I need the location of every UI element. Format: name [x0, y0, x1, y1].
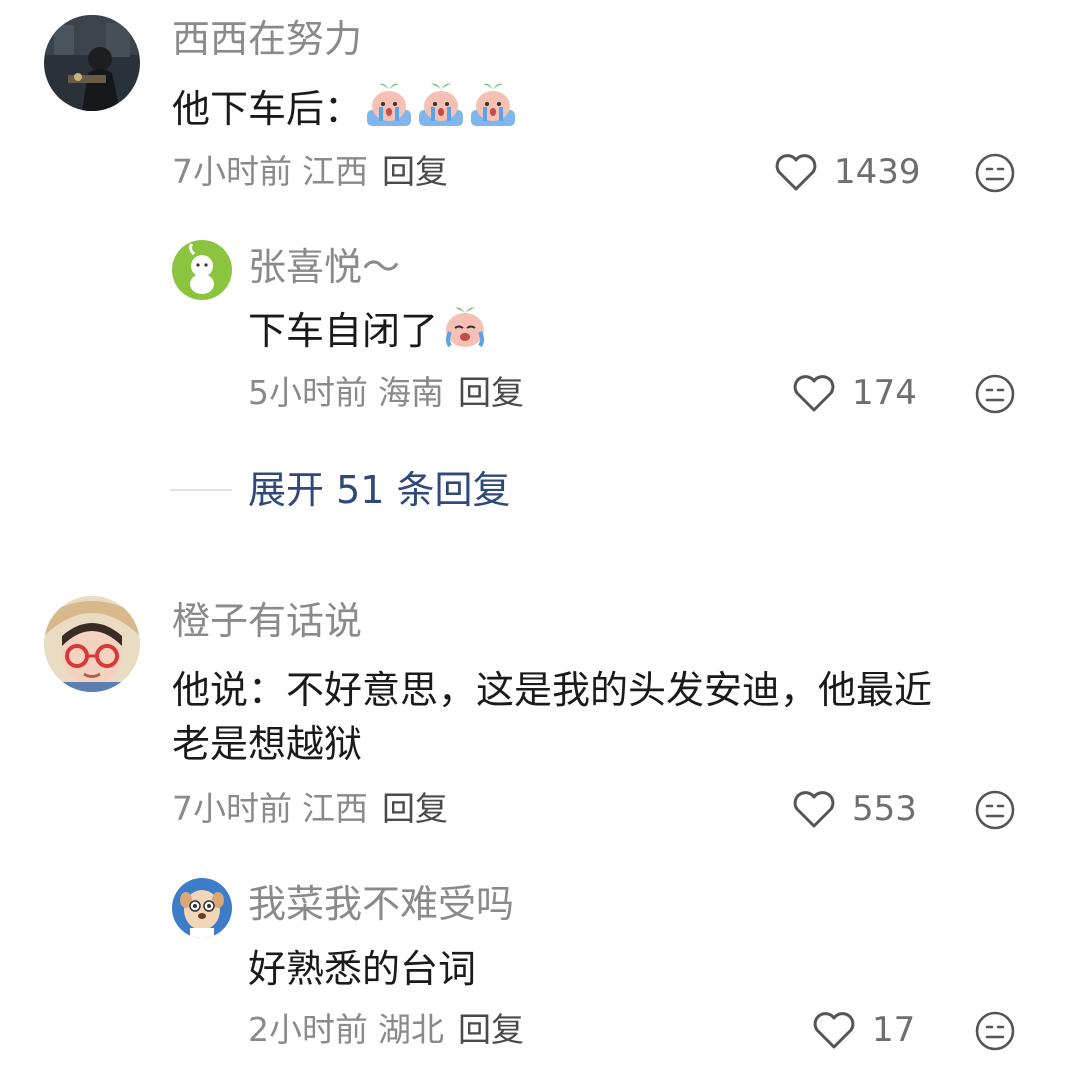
dislike-button[interactable]: [974, 152, 1016, 194]
reply-time: 2小时前: [248, 1010, 368, 1049]
comment-time: 7小时前: [172, 789, 292, 828]
neutral-face-icon: [974, 152, 1016, 194]
neutral-face-icon: [974, 1010, 1016, 1052]
like-button[interactable]: 174: [792, 371, 917, 415]
reply-time: 5小时前: [248, 373, 368, 412]
like-count: 553: [852, 789, 917, 829]
heart-outline-icon: [792, 373, 836, 413]
expand-replies-label: 展开 51 条回复: [248, 468, 511, 512]
reply-text: 好熟悉的台词: [248, 947, 477, 991]
reply-text: 下车自闭了: [248, 302, 490, 359]
neutral-face-icon: [974, 789, 1016, 831]
neutral-face-icon: [974, 373, 1016, 415]
dislike-button[interactable]: [974, 1010, 1016, 1052]
comment-text: 他下车后：: [172, 80, 518, 137]
like-count: 17: [872, 1010, 916, 1050]
avatar[interactable]: [172, 240, 232, 300]
reply-meta: 2小时前 湖北 回复: [248, 1008, 524, 1052]
comment-time: 7小时前: [172, 152, 292, 191]
reply-button[interactable]: 回复: [382, 152, 448, 191]
comment-username[interactable]: 橙子有话说: [172, 597, 362, 645]
reply-text-body: 下车自闭了: [248, 309, 439, 353]
reply-button[interactable]: 回复: [458, 1010, 524, 1049]
avatar[interactable]: [44, 15, 140, 111]
comment-text-line-2: 老是想越狱: [172, 722, 363, 766]
dislike-button[interactable]: [974, 789, 1016, 831]
heart-outline-icon: [774, 152, 818, 192]
expand-divider: [170, 489, 232, 491]
reply-username[interactable]: 张喜悦～: [248, 243, 400, 291]
crying-peach-emoji-icon: [416, 80, 466, 130]
crying-peach-emoji-icon: [468, 80, 518, 130]
comment-text-line-1: 他说：不好意思，这是我的头发安迪，他最近: [172, 668, 933, 712]
reply-username[interactable]: 我菜我不难受吗: [248, 880, 514, 928]
comment-location: 江西: [302, 152, 368, 191]
comment-section: 西西在努力 他下车后： 7小时前 江西 回复 1439 张喜悦～ 下车自闭了 5小时…: [0, 0, 1080, 1074]
like-button[interactable]: 553: [792, 787, 917, 831]
comment-username[interactable]: 西西在努力: [172, 15, 362, 63]
like-button[interactable]: 17: [812, 1008, 915, 1052]
reply-button[interactable]: 回复: [458, 373, 524, 412]
crying-peach-emoji-icon: [364, 80, 414, 130]
reply-location: 海南: [378, 373, 444, 412]
like-count: 1439: [834, 152, 921, 192]
comment-location: 江西: [302, 789, 368, 828]
comment-text-body: 他下车后：: [172, 87, 363, 131]
reply-meta: 5小时前 海南 回复: [248, 371, 524, 415]
avatar[interactable]: [172, 878, 232, 938]
dislike-button[interactable]: [974, 373, 1016, 415]
like-button[interactable]: 1439: [774, 150, 921, 194]
heart-outline-icon: [812, 1010, 856, 1050]
comment-meta: 7小时前 江西 回复: [172, 150, 448, 194]
expand-replies-button[interactable]: 展开 51 条回复: [170, 466, 511, 514]
avatar[interactable]: [44, 596, 140, 692]
like-count: 174: [852, 373, 917, 413]
heart-outline-icon: [792, 789, 836, 829]
comment-meta: 7小时前 江西 回复: [172, 787, 448, 831]
reply-location: 湖北: [378, 1010, 444, 1049]
reply-button[interactable]: 回复: [382, 789, 448, 828]
crying-peach-emoji-icon: [440, 302, 490, 352]
